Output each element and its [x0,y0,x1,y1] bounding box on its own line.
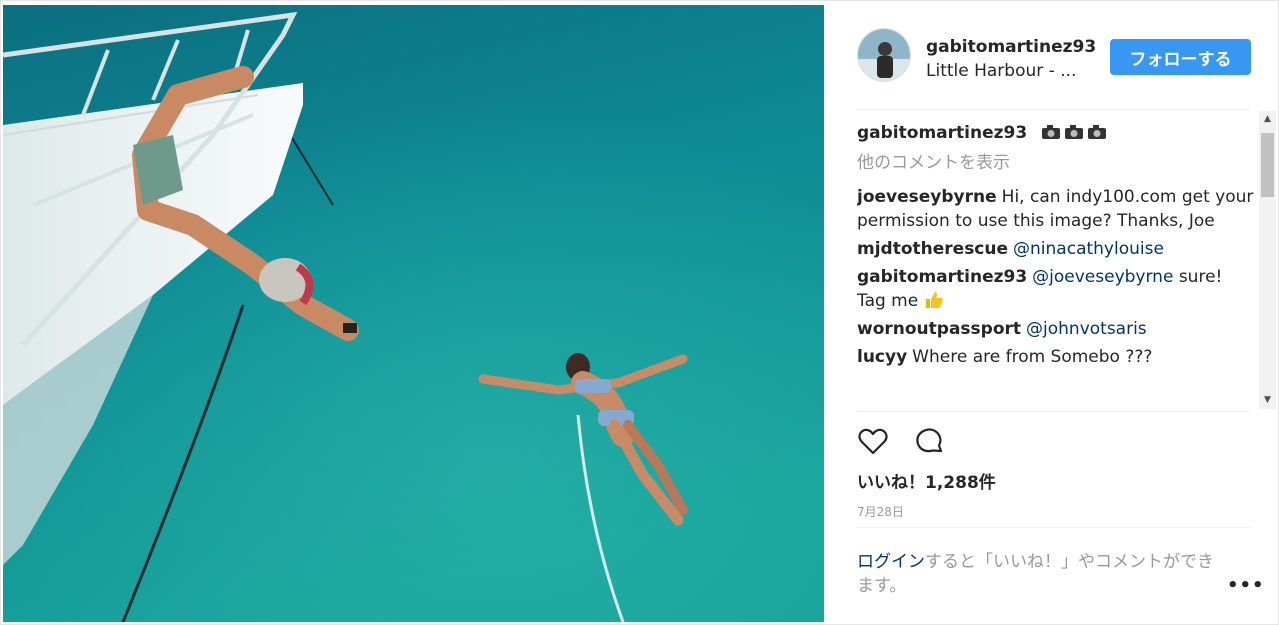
comments-list[interactable]: gabitomartinez93 他のコメントを表示 joeveseybyrne… [857,121,1255,409]
comment-item: lucyy Where are from Somebo ??? [857,345,1255,369]
comment-mention[interactable]: @ninacathylouise [1013,239,1164,259]
comment-item: mjdtotherescue @ninacathylouise [857,237,1255,261]
post-date[interactable]: 7月28日 [857,503,904,520]
comment-text: Where are from Somebo ??? [912,347,1153,367]
header-divider [857,109,1250,110]
camera-icon [1087,125,1106,139]
comment-username[interactable]: lucyy [857,347,907,367]
comments-scrollbar[interactable]: ▲ ▼ [1259,111,1276,409]
avatar[interactable] [857,28,911,82]
login-prompt: ログインすると「いいね！」やコメントができます。 [857,550,1217,598]
footer-divider [857,527,1250,528]
more-dots-icon[interactable]: ••• [1227,575,1264,596]
instagram-post: gabitomartinez93 Little Harbour - ... フォ… [0,0,1279,625]
likes-count[interactable]: いいね！1,288件 [857,468,996,493]
camera-icon [1041,125,1060,139]
comments-divider [857,411,1250,412]
comment-item: gabitomartinez93 @joeveseybyrne sure! Tag… [857,265,1255,313]
caption-username[interactable]: gabitomartinez93 [857,123,1027,143]
comment-icon[interactable] [913,425,945,457]
photo-boat-swimmer [3,5,824,622]
post-photo[interactable] [3,5,824,622]
scroll-up-arrow-icon[interactable]: ▲ [1259,111,1276,128]
comment-username[interactable]: gabitomartinez93 [857,267,1027,287]
avatar-image [858,29,910,81]
post-username[interactable]: gabitomartinez93 [926,37,1096,57]
follow-button[interactable]: フォローする [1110,39,1251,75]
comment-username[interactable]: mjdtotherescue [857,239,1008,259]
post-location[interactable]: Little Harbour - ... [926,61,1076,81]
comment-item: joeveseybyrne Hi, can indy100.com get you… [857,185,1255,233]
scroll-down-arrow-icon[interactable]: ▼ [1259,392,1276,409]
likes-label: いいね！ [857,473,925,493]
comment-item: wornoutpassport @johnvotsaris [857,317,1255,341]
login-link[interactable]: ログイン [857,552,925,572]
load-more-comments[interactable]: 他のコメントを表示 [857,151,1255,175]
scroll-thumb[interactable] [1261,133,1274,197]
post-header: gabitomartinez93 Little Harbour - ... フォ… [825,1,1278,109]
post-sidebar: gabitomartinez93 Little Harbour - ... フォ… [825,1,1278,626]
camera-icon [1064,125,1083,139]
likes-number: 1,288件 [925,473,996,493]
heart-icon[interactable] [857,425,889,457]
caption: gabitomartinez93 [857,121,1255,145]
comment-username[interactable]: wornoutpassport [857,319,1021,339]
comment-username[interactable]: joeveseybyrne [857,187,997,207]
comment-mention[interactable]: @joeveseybyrne [1032,267,1173,287]
thumbs-up-icon [925,292,943,308]
comment-mention[interactable]: @johnvotsaris [1026,319,1147,339]
